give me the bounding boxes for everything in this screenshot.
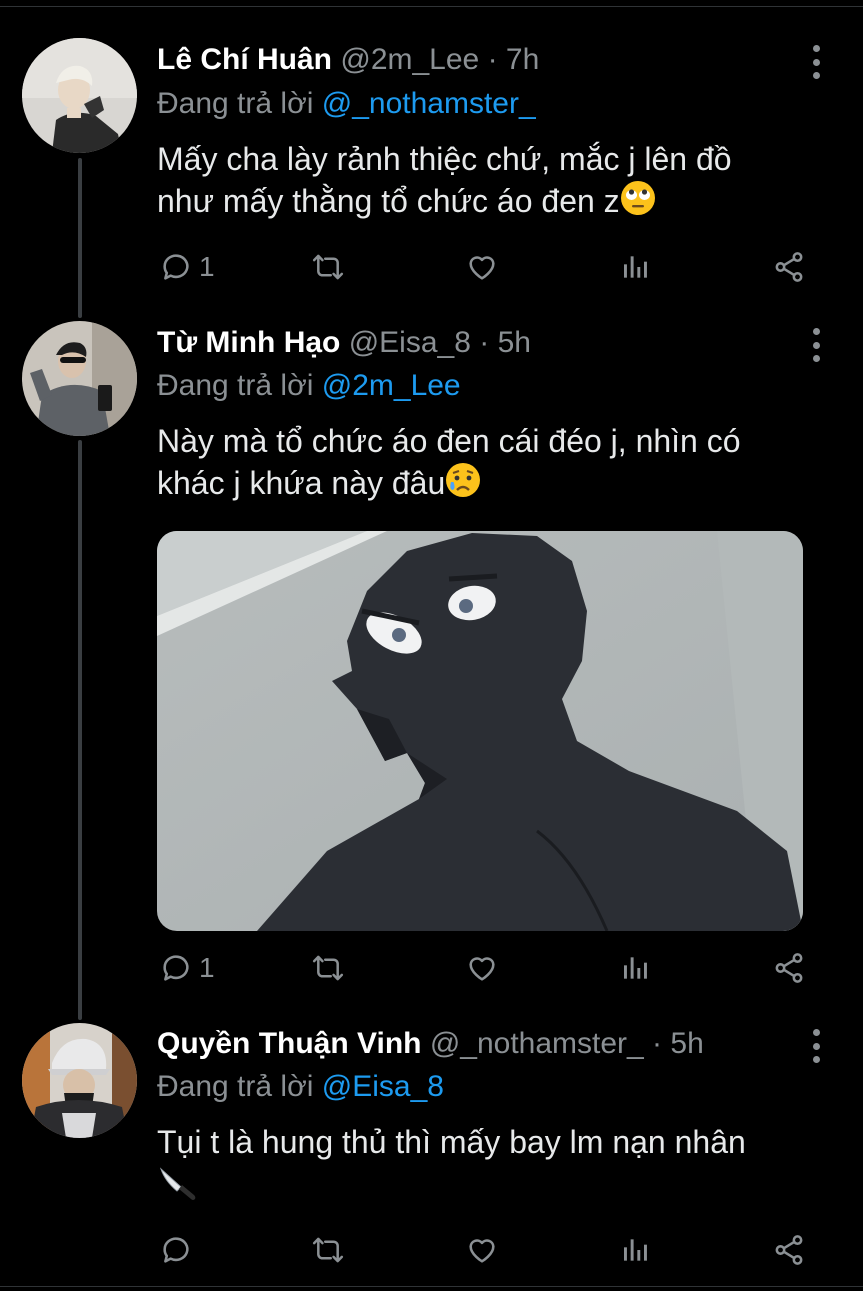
timestamp[interactable]: 5h bbox=[670, 1027, 703, 1060]
share-icon bbox=[775, 953, 803, 983]
tweet-text: Tụi t là hung thủ thì mấy bay lm nạn nhâ… bbox=[157, 1121, 827, 1213]
thread-connector bbox=[78, 440, 82, 1020]
replying-to-label: Đang trả lời bbox=[157, 1070, 322, 1103]
retweet-icon bbox=[312, 254, 344, 280]
bottom-divider bbox=[0, 1286, 863, 1287]
reply-icon bbox=[163, 955, 189, 981]
like-icon bbox=[469, 256, 495, 280]
retweet-button[interactable] bbox=[310, 1230, 346, 1270]
kitchen-knife-icon bbox=[157, 1163, 197, 1213]
tweet-text-line: Tụi t là hung thủ thì mấy bay lm nạn nhâ… bbox=[157, 1124, 746, 1160]
tweet-text-line-with-emoji bbox=[157, 1163, 827, 1213]
avatar[interactable] bbox=[22, 38, 137, 153]
reply-button[interactable] bbox=[159, 1230, 199, 1270]
replying-to: Đang trả lời @_nothamster_ bbox=[157, 86, 536, 122]
replying-to-mention[interactable]: @Eisa_8 bbox=[322, 1070, 444, 1103]
like-icon bbox=[469, 1239, 495, 1263]
tweet-text-line-with-emoji: như mấy thằng tổ chức áo đen z bbox=[157, 180, 827, 226]
reply-button[interactable]: 1 bbox=[159, 247, 215, 287]
sad-but-relieved-face-icon bbox=[445, 462, 481, 508]
analytics-button[interactable] bbox=[620, 948, 652, 988]
replying-to: Đang trả lời @2m_Lee bbox=[157, 368, 461, 404]
like-button[interactable] bbox=[465, 247, 499, 287]
share-button[interactable] bbox=[772, 1230, 806, 1270]
share-icon bbox=[775, 252, 803, 282]
reply-icon bbox=[163, 1237, 189, 1263]
analytics-button[interactable] bbox=[620, 247, 652, 287]
more-options-icon[interactable] bbox=[806, 1029, 826, 1063]
reply-icon bbox=[163, 254, 189, 280]
reply-count: 1 bbox=[199, 251, 215, 282]
display-name[interactable]: Quyền Thuận Vinh bbox=[157, 1027, 421, 1060]
reply-count: 1 bbox=[199, 952, 215, 983]
tweet-text-line: như mấy thằng tổ chức áo đen z bbox=[157, 183, 620, 219]
tweet-actions bbox=[157, 1230, 817, 1270]
anime-shadow-figure-image[interactable] bbox=[157, 531, 803, 931]
more-options-icon[interactable] bbox=[806, 45, 826, 79]
tweet-actions: 1 bbox=[157, 948, 817, 988]
retweet-icon bbox=[312, 1237, 344, 1263]
tweet-text-line: Này mà tổ chức áo đen cái đéo j, nhìn có bbox=[157, 423, 741, 459]
analytics-icon bbox=[624, 957, 647, 979]
tweet-text-line: Mấy cha lày rảnh thiệc chứ, mắc j lên đồ bbox=[157, 141, 732, 177]
user-handle[interactable]: @2m_Lee bbox=[340, 43, 479, 76]
face-with-rolling-eyes-icon bbox=[620, 180, 656, 226]
retweet-button[interactable] bbox=[310, 247, 346, 287]
share-button[interactable] bbox=[772, 948, 806, 988]
like-button[interactable] bbox=[465, 948, 499, 988]
reply-button[interactable]: 1 bbox=[159, 948, 215, 988]
replying-to-mention[interactable]: @_nothamster_ bbox=[322, 87, 536, 120]
retweet-icon bbox=[312, 955, 344, 981]
avatar[interactable] bbox=[22, 1023, 137, 1138]
tweet-text-line: khác j khứa này đâu bbox=[157, 465, 446, 501]
share-button[interactable] bbox=[772, 247, 806, 287]
user-handle[interactable]: @_nothamster_ bbox=[430, 1027, 644, 1060]
like-icon bbox=[469, 957, 495, 981]
more-options-icon[interactable] bbox=[806, 328, 826, 362]
avatar[interactable] bbox=[22, 321, 137, 436]
tweet-text: Này mà tổ chức áo đen cái đéo j, nhìn có… bbox=[157, 420, 827, 508]
replying-to: Đang trả lời @Eisa_8 bbox=[157, 1069, 444, 1105]
timestamp[interactable]: 7h bbox=[506, 43, 539, 76]
timestamp[interactable]: 5h bbox=[498, 326, 531, 359]
separator: · bbox=[479, 43, 506, 76]
thread-connector bbox=[78, 158, 82, 318]
user-handle[interactable]: @Eisa_8 bbox=[349, 326, 471, 359]
separator: · bbox=[643, 1027, 671, 1060]
analytics-button[interactable] bbox=[620, 1230, 652, 1270]
like-button[interactable] bbox=[465, 1230, 499, 1270]
analytics-icon bbox=[624, 256, 647, 278]
analytics-icon bbox=[624, 1239, 647, 1261]
tweet-text-line-with-emoji: khác j khứa này đâu bbox=[157, 462, 827, 508]
display-name[interactable]: Lê Chí Huân bbox=[157, 43, 332, 76]
top-divider bbox=[0, 6, 863, 7]
tweet-text: Mấy cha lày rảnh thiệc chứ, mắc j lên đồ… bbox=[157, 138, 827, 226]
display-name[interactable]: Từ Minh Hạo bbox=[157, 326, 340, 359]
tweet-actions: 1 bbox=[157, 247, 817, 287]
replying-to-mention[interactable]: @2m_Lee bbox=[322, 369, 461, 402]
share-icon bbox=[775, 1235, 803, 1265]
replying-to-label: Đang trả lời bbox=[157, 369, 322, 402]
replying-to-label: Đang trả lời bbox=[157, 87, 322, 120]
separator: · bbox=[470, 326, 498, 359]
retweet-button[interactable] bbox=[310, 948, 346, 988]
